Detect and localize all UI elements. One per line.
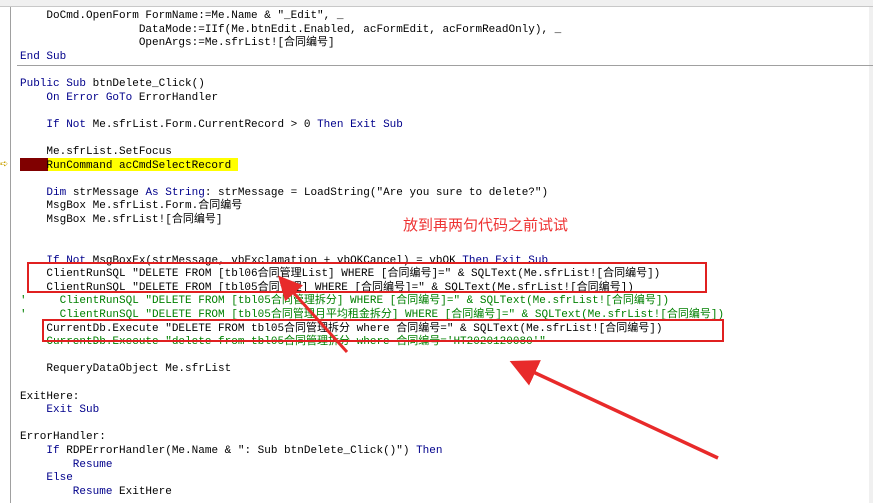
code-token: Me.sfrList.Form.CurrentRecord > 0: [92, 118, 318, 131]
code-line[interactable]: OpenArgs:=Me.sfrList![合同编号]: [20, 37, 724, 51]
keyword-token: Resume: [20, 485, 120, 498]
code-line[interactable]: Dim strMessage As String: strMessage = L…: [20, 187, 724, 201]
code-token: ErrorHandler:: [20, 431, 106, 444]
code-editor[interactable]: DoCmd.OpenForm FormName:=Me.Name & "_Edi…: [20, 10, 724, 499]
code-token: : strMessage = LoadString("Are you sure …: [204, 186, 549, 199]
margin-indicator-bar[interactable]: [0, 7, 11, 503]
code-token: ExitHere: [119, 485, 172, 498]
code-line[interactable]: Public Sub btnDelete_Click(): [20, 78, 724, 92]
keyword-token: As String: [145, 186, 205, 199]
code-token: Me.sfrList.SetFocus: [20, 145, 172, 158]
code-line[interactable]: MsgBox Me.sfrList![合同编号]: [20, 214, 724, 228]
code-line[interactable]: End Sub: [20, 51, 724, 65]
keyword-token: If Not: [20, 118, 93, 131]
code-line[interactable]: Me.sfrList.SetFocus: [20, 146, 724, 160]
keyword-token: Resume: [20, 458, 113, 471]
annotation-note: 放到再两句代码之前试试: [403, 216, 569, 234]
code-line[interactable]: [20, 105, 724, 119]
keyword-token: Then Exit Sub: [317, 118, 403, 131]
code-line[interactable]: [20, 241, 724, 255]
code-line[interactable]: Resume ExitHere: [20, 486, 724, 500]
keyword-token: Dim: [20, 186, 73, 199]
code-token: RDPErrorHandler(Me.Name & ": Sub btnDele…: [66, 445, 417, 457]
code-token: strMessage: [72, 186, 146, 199]
code-line[interactable]: [20, 377, 724, 391]
code-token: DoCmd.OpenForm FormName:=Me.Name & "_Edi…: [20, 10, 344, 22]
code-line[interactable]: Exit Sub: [20, 404, 724, 418]
code-line[interactable]: ExitHere:: [20, 391, 724, 405]
code-line[interactable]: [20, 418, 724, 432]
code-line[interactable]: RequeryDataObject Me.sfrList: [20, 363, 724, 377]
code-token: DataMode:=IIf(Me.btnEdit.Enabled, acForm…: [20, 23, 562, 36]
code-line[interactable]: DataMode:=IIf(Me.btnEdit.Enabled, acForm…: [20, 24, 724, 38]
comment-token: ' ClientRunSQL "DELETE FROM [tbl05合同管理拆分…: [20, 295, 670, 308]
code-token: MsgBox Me.sfrList![合同编号]: [20, 213, 223, 226]
code-line[interactable]: [20, 132, 724, 146]
keyword-token: Public Sub: [20, 77, 93, 90]
code-token: OpenArgs:=Me.sfrList![合同编号]: [20, 37, 335, 50]
code-line[interactable]: If Not Me.sfrList.Form.CurrentRecord > 0…: [20, 119, 724, 133]
annotation-box-currentdb-execute: [42, 319, 724, 342]
vertical-scrollbar[interactable]: [869, 7, 873, 503]
code-line[interactable]: [20, 228, 724, 242]
code-line[interactable]: On Error GoTo ErrorHandler: [20, 92, 724, 106]
code-line[interactable]: If RDPErrorHandler(Me.Name & ": Sub btnD…: [20, 445, 724, 459]
code-line[interactable]: [20, 64, 724, 78]
keyword-token: If: [20, 445, 67, 457]
window-top-strip: [0, 0, 873, 7]
code-token: RunCommand acCmdSelectRecord: [20, 159, 232, 172]
code-token: ErrorHandler: [138, 91, 219, 104]
code-line[interactable]: RunCommand acCmdSelectRecord: [20, 160, 724, 174]
keyword-token: End Sub: [20, 50, 67, 63]
code-token: btnDelete_Click(): [92, 77, 205, 90]
code-line[interactable]: [20, 173, 724, 187]
code-line[interactable]: Resume: [20, 459, 724, 473]
execution-pointer-icon: ➪: [0, 159, 9, 170]
keyword-token: Exit Sub: [20, 404, 100, 417]
code-token: MsgBox Me.sfrList.Form.合同编号: [20, 200, 243, 213]
code-line[interactable]: [20, 350, 724, 364]
code-token: RequeryDataObject Me.sfrList: [20, 363, 232, 376]
keyword-token: On Error GoTo: [20, 91, 139, 104]
keyword-token: Else: [20, 472, 73, 485]
code-line[interactable]: ErrorHandler:: [20, 431, 724, 445]
code-line[interactable]: DoCmd.OpenForm FormName:=Me.Name & "_Edi…: [20, 10, 724, 24]
keyword-token: Then: [416, 445, 443, 457]
annotation-box-clientrunsql: [27, 262, 707, 293]
code-line[interactable]: Else: [20, 472, 724, 486]
code-line[interactable]: MsgBox Me.sfrList.Form.合同编号: [20, 200, 724, 214]
code-line[interactable]: ' ClientRunSQL "DELETE FROM [tbl05合同管理拆分…: [20, 295, 724, 309]
code-token: ExitHere:: [20, 390, 80, 403]
